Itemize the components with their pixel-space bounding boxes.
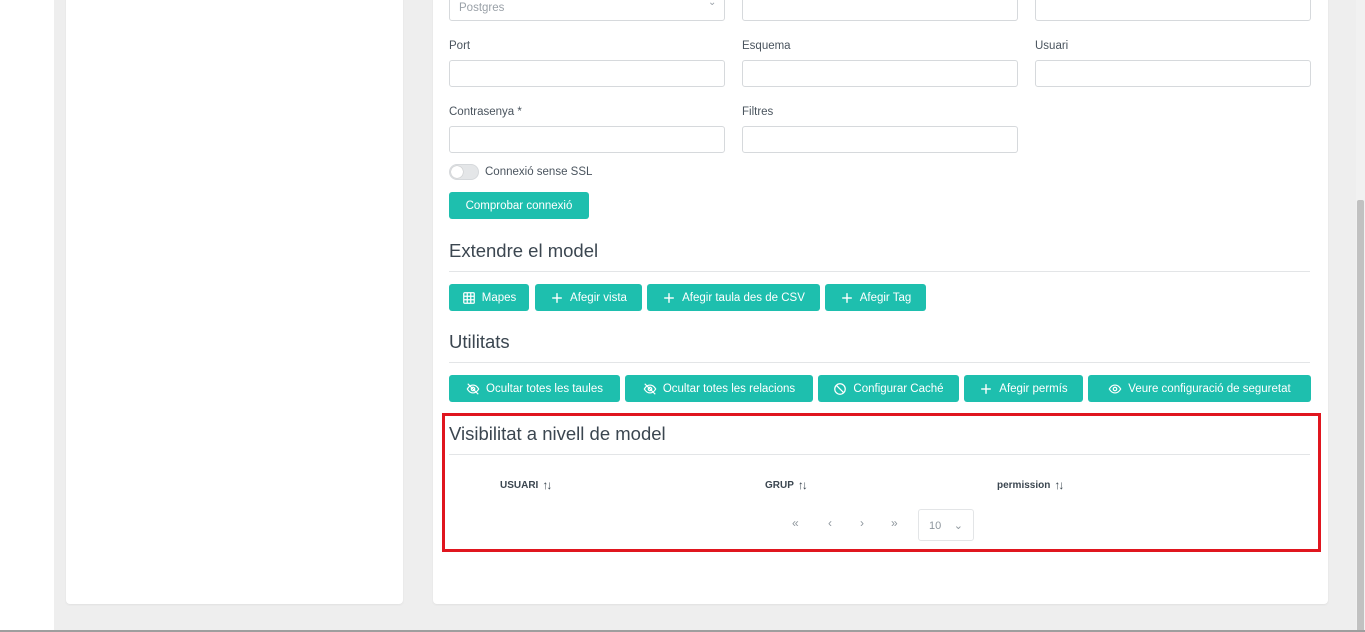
port-label: Port — [449, 40, 471, 52]
divider — [449, 271, 1310, 272]
maps-label: Mapes — [481, 291, 517, 304]
highlight-box — [442, 413, 1321, 552]
extend-model-title: Extendre el model — [449, 240, 599, 261]
eye-icon — [1108, 383, 1122, 394]
add-csv-table-button[interactable]: Afegir taula des de CSV — [647, 284, 820, 311]
utilities-title: Utilitats — [449, 331, 510, 352]
scrollbar-thumb[interactable] — [1357, 200, 1364, 632]
hide-all-relations-label: Ocultar totes les relacions — [662, 382, 796, 395]
user-label: Usuari — [1035, 40, 1069, 52]
grid-icon — [462, 291, 475, 304]
filters-field[interactable] — [742, 126, 1018, 153]
test-connection-button[interactable]: Comprobar connexió — [449, 192, 589, 219]
hide-all-tables-label: Ocultar totes les taules — [486, 382, 603, 395]
add-permission-button[interactable]: Afegir permís — [964, 375, 1083, 402]
plus-icon — [664, 292, 674, 303]
left-strip — [0, 0, 54, 632]
toggle-knob — [451, 166, 463, 178]
plus-icon — [981, 383, 992, 394]
password-field[interactable] — [449, 126, 725, 153]
ssl-toggle[interactable] — [449, 164, 479, 180]
host-field[interactable] — [742, 0, 1018, 21]
port-field[interactable] — [449, 60, 725, 87]
left-panel — [66, 0, 403, 604]
ssl-toggle-label: Connexió sense SSL — [485, 166, 593, 178]
hide-all-tables-button[interactable]: Ocultar totes les taules — [449, 375, 620, 402]
plus-icon — [552, 292, 562, 303]
add-permission-label: Afegir permís — [999, 382, 1068, 395]
filters-label: Filtres — [742, 106, 774, 118]
engine-select-value: Postgres — [459, 2, 505, 14]
test-connection-label: Comprobar connexió — [465, 199, 573, 212]
hide-all-relations-button[interactable]: Ocultar totes les relacions — [625, 375, 813, 402]
maps-button[interactable]: Mapes — [449, 284, 529, 311]
password-label: Contrasenya * — [449, 106, 522, 118]
view-security-config-button[interactable]: Veure configuració de seguretat — [1088, 375, 1311, 402]
schema-field[interactable] — [742, 60, 1018, 87]
view-security-config-label: Veure configuració de seguretat — [1128, 382, 1291, 395]
configure-cache-label: Configurar Caché — [853, 382, 944, 395]
vertical-scrollbar[interactable] — [1356, 0, 1365, 632]
add-csv-table-label: Afegir taula des de CSV — [682, 291, 805, 304]
eye-off-icon — [466, 382, 480, 395]
ban-icon — [834, 382, 847, 395]
divider — [449, 362, 1310, 363]
add-view-button[interactable]: Afegir vista — [535, 284, 642, 311]
database-field[interactable] — [1035, 0, 1311, 21]
configure-cache-button[interactable]: Configurar Caché — [818, 375, 959, 402]
add-tag-button[interactable]: Afegir Tag — [825, 284, 926, 311]
add-tag-label: Afegir Tag — [859, 291, 912, 304]
add-view-label: Afegir vista — [570, 291, 627, 304]
schema-label: Esquema — [742, 40, 791, 52]
plus-icon — [841, 292, 852, 303]
engine-select[interactable]: Postgres ⌄ — [449, 0, 725, 21]
chevron-down-icon: ⌄ — [708, 0, 717, 8]
eye-off-icon — [643, 382, 657, 395]
user-field[interactable] — [1035, 60, 1311, 87]
